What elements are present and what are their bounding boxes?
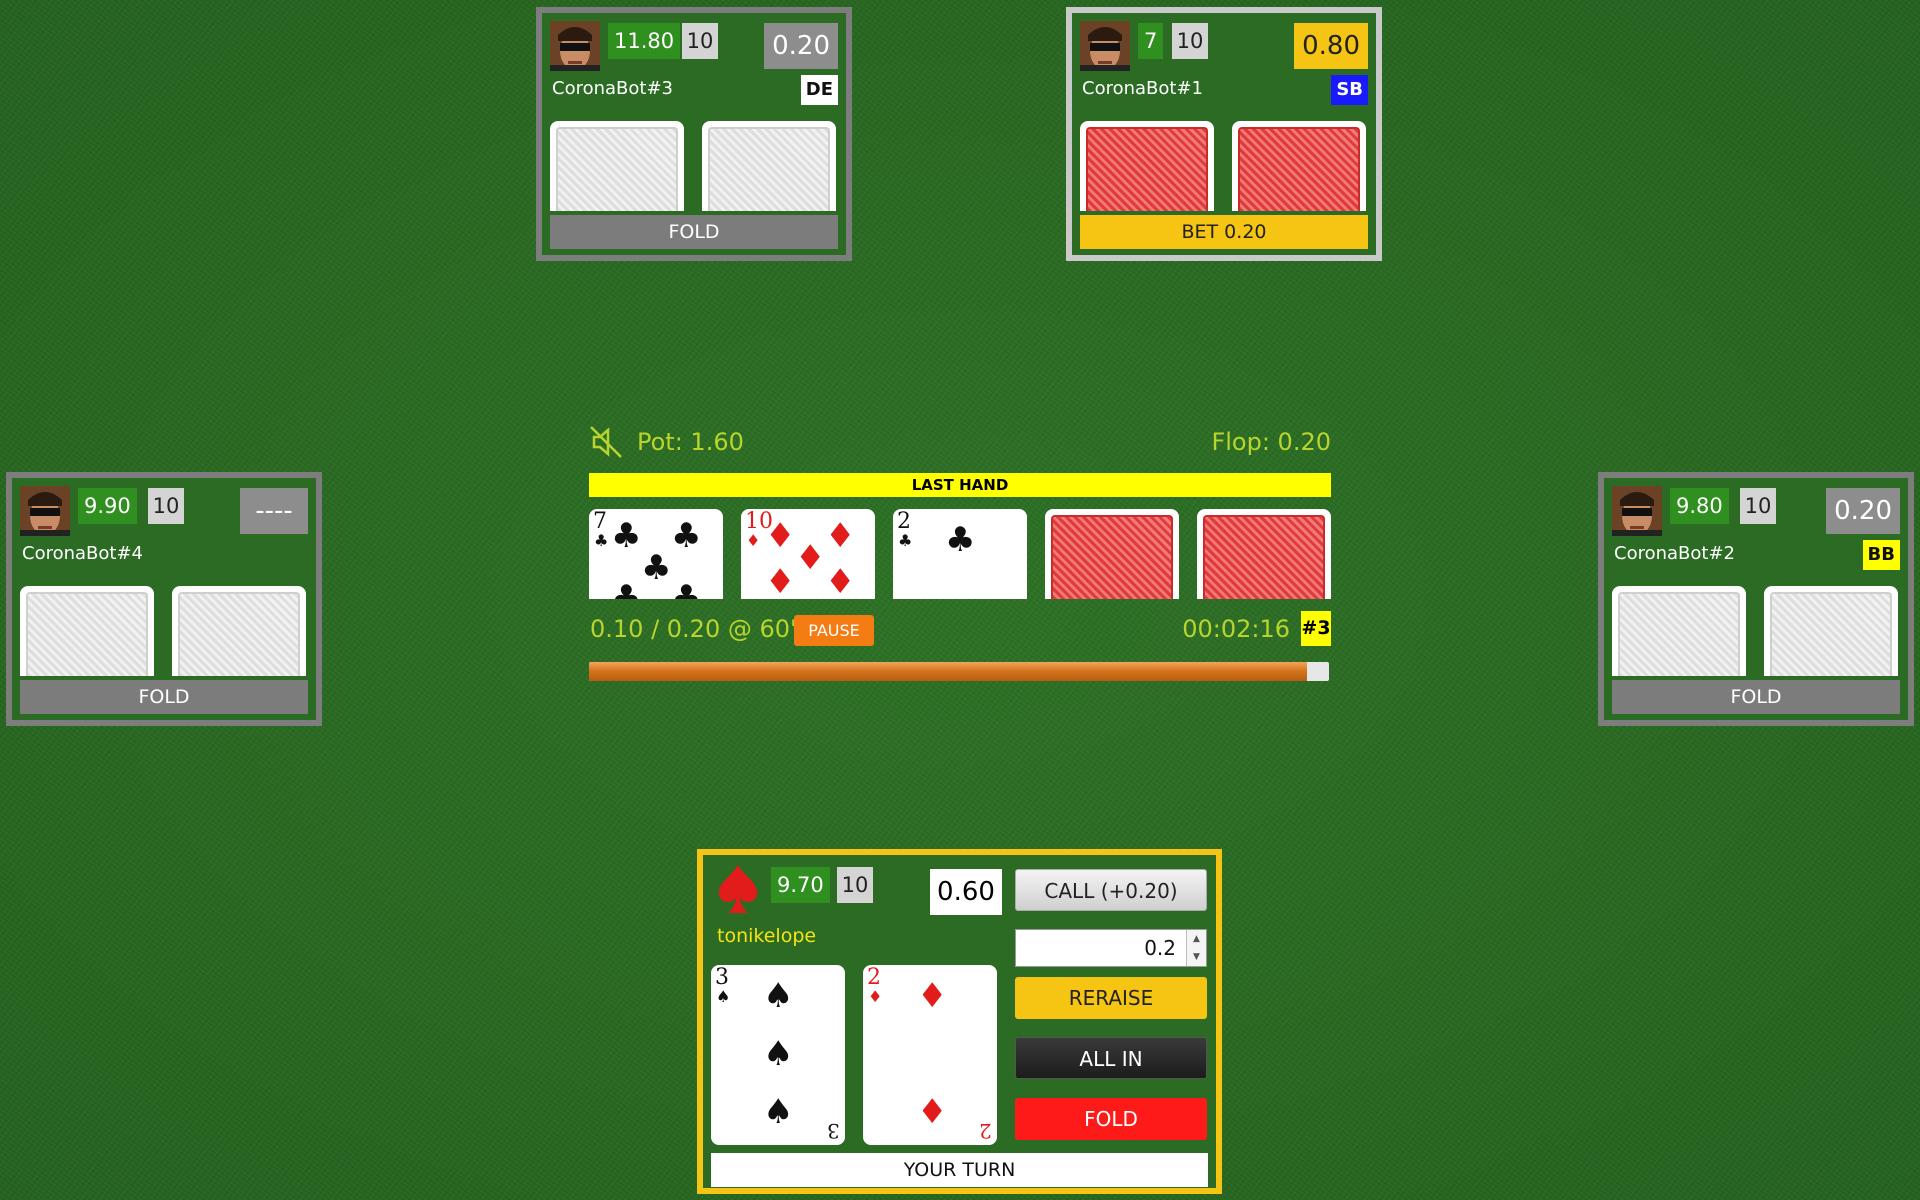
club-icon: ♣	[671, 516, 702, 556]
hand-number: #3	[1301, 611, 1331, 646]
spade-icon: ♠	[763, 1092, 794, 1132]
hole-card-back	[1232, 121, 1366, 211]
turn-status: YOUR TURN	[711, 1153, 1208, 1187]
player-level: 10	[682, 23, 718, 59]
card-rank: 2	[897, 509, 911, 534]
card-suit: ♠	[716, 987, 731, 1006]
community-card: 7 ♣ ♣ ♣ ♣ ♣ ♣	[589, 509, 723, 599]
card-suit: ♦	[746, 531, 761, 550]
seat-coronabot-2: 9.80 10 0.20 CoronaBot#2 BB FOLD	[1598, 472, 1914, 726]
all-in-button[interactable]: ALL IN	[1015, 1037, 1207, 1079]
hero-hole-card: 2 ♦ ♦ ♦ 2	[863, 965, 997, 1145]
hole-card-back	[20, 586, 154, 676]
diamond-icon: ♦	[917, 1092, 948, 1132]
hero-hole-card: 3 ♠ ♠ ♠ ♠ 3	[711, 965, 845, 1145]
speaker-muted-icon[interactable]	[588, 424, 624, 460]
club-icon: ♣	[641, 548, 672, 588]
pause-button[interactable]: PAUSE	[794, 615, 874, 646]
player-stack: 9.70	[771, 867, 830, 903]
seat-coronabot-4: 9.90 10 ---- CoronaBot#4 FOLD	[6, 472, 322, 726]
player-name: CoronaBot#2	[1614, 543, 1735, 564]
blinds-info: 0.10 / 0.20 @ 60'	[590, 615, 797, 643]
card-rank-inverted: 3	[827, 1119, 840, 1143]
card-suit: ♦	[868, 987, 883, 1006]
player-bet: 0.20	[1826, 488, 1900, 534]
club-icon: ♣	[611, 578, 642, 599]
spade-icon: ♠	[763, 1034, 794, 1074]
seat-coronabot-3: 11.80 10 0.20 CoronaBot#3 DE FOLD	[536, 7, 852, 261]
big-blind-badge: BB	[1862, 540, 1900, 570]
hole-card-back	[550, 121, 684, 211]
player-name: CoronaBot#1	[1082, 78, 1203, 99]
player-level: 10	[1172, 23, 1208, 59]
player-bet: ----	[240, 488, 308, 534]
spade-icon	[715, 861, 761, 917]
player-stack: 9.80	[1670, 488, 1729, 524]
player-status: FOLD	[1612, 680, 1900, 714]
pot-amount: Pot: 1.60	[637, 428, 744, 456]
club-icon: ♣	[611, 516, 642, 556]
card-suit: ♣	[594, 531, 609, 550]
player-stack: 9.90	[78, 488, 137, 524]
player-status: FOLD	[20, 680, 308, 714]
street-bet: Flop: 0.20	[1211, 428, 1331, 456]
player-status: BET 0.20	[1080, 215, 1368, 249]
player-avatar	[550, 21, 600, 71]
call-button[interactable]: CALL (+0.20)	[1015, 869, 1207, 911]
player-avatar	[1080, 21, 1130, 71]
club-icon: ♣	[945, 520, 976, 560]
last-hand-banner: LAST HAND	[589, 473, 1331, 497]
turn-timer-bar	[589, 662, 1329, 681]
player-stack: 7	[1138, 23, 1164, 59]
community-card: 10 ♦ ♦ ♦ ♦ ♦ ♦	[741, 509, 875, 599]
player-name: CoronaBot#3	[552, 78, 673, 99]
stepper-up-icon[interactable]: ▲	[1187, 930, 1206, 948]
small-blind-badge: SB	[1331, 75, 1368, 105]
diamond-icon: ♦	[765, 562, 796, 599]
diamond-icon: ♦	[765, 516, 796, 556]
player-bet: 0.80	[1294, 23, 1368, 69]
diamond-icon: ♦	[795, 538, 826, 578]
player-status: FOLD	[550, 215, 838, 249]
card-rank-inverted: 2	[979, 1119, 992, 1143]
player-avatar	[20, 486, 70, 536]
diamond-icon: ♦	[917, 976, 948, 1016]
hole-card-back	[1764, 586, 1898, 676]
hole-card-back	[172, 586, 306, 676]
hole-card-back	[1612, 586, 1746, 676]
player-level: 10	[1740, 488, 1776, 524]
stepper-down-icon[interactable]: ▼	[1187, 948, 1206, 966]
player-bet: 0.60	[930, 869, 1002, 915]
game-clock: 00:02:16	[1182, 615, 1290, 643]
seat-coronabot-1: 7 10 0.80 CoronaBot#1 SB BET 0.20	[1066, 7, 1382, 261]
turn-timer-fill	[589, 662, 1307, 681]
card-rank: 7	[593, 509, 607, 534]
club-icon: ♣	[671, 578, 702, 599]
player-name: CoronaBot#4	[22, 543, 143, 564]
raise-amount-stepper[interactable]: ▲ ▼	[1186, 930, 1206, 966]
reraise-button[interactable]: RERAISE	[1015, 977, 1207, 1019]
player-bet: 0.20	[764, 23, 838, 69]
player-stack: 11.80	[608, 23, 681, 59]
community-card-back	[1197, 509, 1331, 599]
card-rank: 3	[715, 965, 729, 990]
card-rank: 2	[867, 965, 881, 990]
dealer-badge: DE	[800, 75, 838, 105]
hole-card-back	[702, 121, 836, 211]
card-suit: ♣	[898, 531, 913, 550]
player-avatar	[1612, 486, 1662, 536]
spade-icon: ♠	[763, 976, 794, 1016]
hole-card-back	[1080, 121, 1214, 211]
diamond-icon: ♦	[825, 562, 856, 599]
player-level: 10	[837, 867, 873, 903]
community-card: 2 ♣ ♣	[893, 509, 1027, 599]
hero-seat: 9.70 10 0.60 tonikelope 3 ♠ ♠ ♠ ♠ 3 2 ♦ …	[697, 849, 1222, 1194]
player-name: tonikelope	[717, 925, 817, 947]
player-level: 10	[148, 488, 184, 524]
fold-button[interactable]: FOLD	[1015, 1098, 1207, 1140]
community-card-back	[1045, 509, 1179, 599]
raise-amount-input[interactable]	[1015, 929, 1207, 967]
diamond-icon: ♦	[825, 516, 856, 556]
